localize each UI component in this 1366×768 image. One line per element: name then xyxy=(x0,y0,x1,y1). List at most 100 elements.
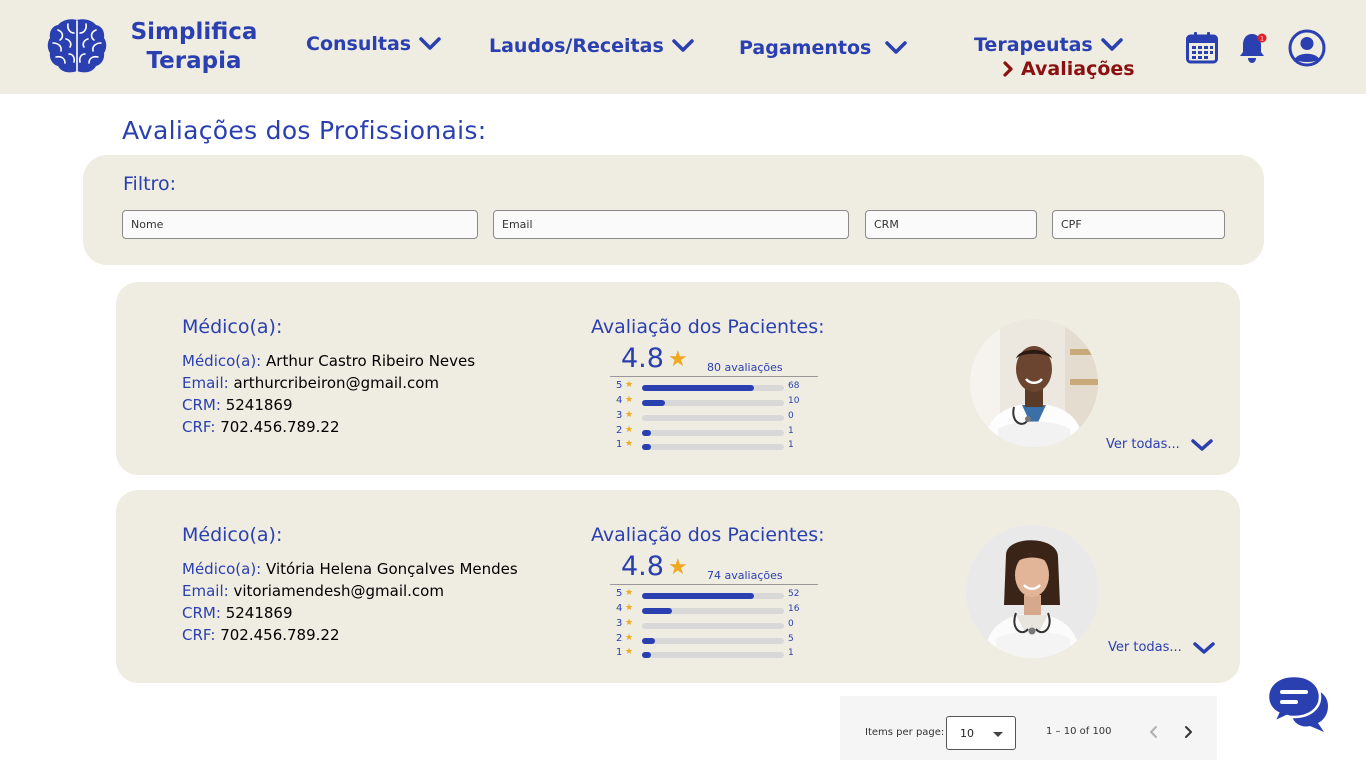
doctor-crf-label: CRF: xyxy=(182,418,216,436)
previous-page-button[interactable] xyxy=(1144,722,1164,742)
doctor-name-label: Médico(a): xyxy=(182,560,262,578)
calendar-icon[interactable] xyxy=(1186,31,1218,64)
chevron-down-icon xyxy=(1101,38,1123,51)
rating-bar-track xyxy=(642,652,784,658)
rating-divider xyxy=(610,584,818,585)
nav-pagamentos[interactable]: Pagamentos xyxy=(739,37,908,59)
doctor-crm-line: CRM: 5241869 xyxy=(182,604,293,622)
rating-bar-track xyxy=(642,400,784,406)
page-size-select[interactable]: 10 xyxy=(946,716,1016,750)
rating-divider xyxy=(610,376,818,377)
card-section-title: Médico(a): xyxy=(182,524,283,546)
rating-stars-value: 3 xyxy=(616,618,623,629)
rating-bar-row: 2 ★ 5 xyxy=(616,633,816,647)
rating-bar-count: 0 xyxy=(788,411,794,421)
nav-consultas-label: Consultas xyxy=(306,33,412,55)
rating-bar-track xyxy=(642,623,784,629)
rating-bar-fill xyxy=(642,638,655,644)
rating-count: 74 avaliações xyxy=(707,569,783,582)
chevron-down-icon xyxy=(885,41,908,54)
rating-bar-track xyxy=(642,385,784,391)
filter-crm-input[interactable] xyxy=(865,210,1037,239)
doctor-name: Vitória Helena Gonçalves Mendes xyxy=(266,560,518,578)
star-icon: ★ xyxy=(625,618,634,628)
rating-bar-count: 1 xyxy=(788,426,794,436)
nav-terapeutas[interactable]: Terapeutas xyxy=(974,34,1123,56)
page-size-value: 10 xyxy=(960,727,974,740)
brand-name[interactable]: Simplifica Terapia xyxy=(122,18,266,76)
doctor-email: arthurcribeiron@gmail.com xyxy=(233,374,440,392)
rating-bar-count: 1 xyxy=(788,648,794,658)
doctor-email-line: Email: vitoriamendesh@gmail.com xyxy=(182,582,444,600)
chevron-down-icon xyxy=(419,37,441,50)
nav-laudos-label: Laudos/Receitas xyxy=(489,35,664,57)
rating-bar-fill xyxy=(642,444,651,450)
page-range-label: 1 – 10 of 100 xyxy=(1046,726,1112,737)
doctor-name-label: Médico(a): xyxy=(182,352,262,370)
star-icon: ★ xyxy=(625,425,634,435)
doctor-email-line: Email: arthurcribeiron@gmail.com xyxy=(182,374,439,392)
see-all-reviews-link[interactable]: Ver todas... xyxy=(1108,640,1216,655)
doctor-crf-line: CRF: 702.456.789.22 xyxy=(182,418,340,436)
nav-sub-avaliacoes[interactable]: Avaliações xyxy=(1002,58,1135,80)
dropdown-caret-icon xyxy=(993,732,1003,737)
rating-bar-fill xyxy=(642,652,651,658)
filter-name-input[interactable] xyxy=(122,210,478,239)
doctor-email: vitoriamendesh@gmail.com xyxy=(233,582,444,600)
user-icon[interactable] xyxy=(1288,29,1326,67)
star-icon: ★ xyxy=(625,380,634,390)
brain-logo-icon[interactable] xyxy=(46,16,108,76)
chevron-right-icon xyxy=(1003,61,1013,77)
chat-support-icon[interactable] xyxy=(1266,676,1330,734)
nav-pagamentos-label: Pagamentos xyxy=(739,37,872,59)
nav-consultas[interactable]: Consultas xyxy=(306,33,441,55)
doctor-card: Médico(a): Médico(a): Arthur Castro Ribe… xyxy=(116,282,1240,475)
rating-bar-count: 10 xyxy=(788,396,800,406)
brand-line-1: Simplifica xyxy=(130,19,258,45)
brand-line-2: Terapia xyxy=(146,48,242,74)
filter-email-input[interactable] xyxy=(493,210,849,239)
rating-score: 4.8 xyxy=(621,551,664,582)
rating-stars-value: 2 xyxy=(616,633,623,644)
rating-bar-row: 4 ★ 10 xyxy=(616,395,816,409)
items-per-page-label: Items per page: xyxy=(865,727,945,738)
doctor-email-label: Email: xyxy=(182,582,229,600)
rating-title: Avaliação dos Pacientes: xyxy=(591,524,825,546)
doctor-crm-label: CRM: xyxy=(182,396,221,414)
see-all-reviews-link[interactable]: Ver todas... xyxy=(1106,437,1214,452)
doctor-name: Arthur Castro Ribeiro Neves xyxy=(266,352,476,370)
see-all-label: Ver todas... xyxy=(1106,437,1180,452)
page-title: Avaliações dos Profissionais: xyxy=(122,116,487,145)
doctor-crm-label: CRM: xyxy=(182,604,221,622)
notification-count: 1 xyxy=(1260,36,1264,43)
doctor-crm-line: CRM: 5241869 xyxy=(182,396,293,414)
star-icon: ★ xyxy=(668,555,688,580)
filter-cpf-input[interactable] xyxy=(1052,210,1225,239)
rating-bar-fill xyxy=(642,593,755,599)
rating-bar-row: 1 ★ 1 xyxy=(616,439,816,453)
top-header: Simplifica Terapia Consultas Laudos/Rece… xyxy=(0,0,1366,94)
next-page-button[interactable] xyxy=(1178,722,1198,742)
rating-bar-fill xyxy=(642,400,665,406)
star-icon: ★ xyxy=(625,603,634,613)
star-icon: ★ xyxy=(625,439,634,449)
filter-panel: Filtro: xyxy=(83,155,1264,265)
nav-laudos-receitas[interactable]: Laudos/Receitas xyxy=(489,35,694,57)
bell-icon[interactable]: 1 xyxy=(1238,31,1268,64)
rating-stars-value: 5 xyxy=(616,588,623,599)
rating-bar-track xyxy=(642,415,784,421)
rating-stars-value: 1 xyxy=(616,439,623,450)
chevron-down-icon xyxy=(1191,438,1213,451)
doctor-avatar xyxy=(970,319,1098,447)
rating-bar-track xyxy=(642,593,784,599)
see-all-label: Ver todas... xyxy=(1108,640,1182,655)
doctor-card: Médico(a): Médico(a): Vitória Helena Gon… xyxy=(116,490,1240,683)
doctor-crf-line: CRF: 702.456.789.22 xyxy=(182,626,340,644)
rating-bar-track xyxy=(642,444,784,450)
rating-bar-count: 5 xyxy=(788,634,794,644)
rating-bar-row: 3 ★ 0 xyxy=(616,410,816,424)
rating-bar-track xyxy=(642,430,784,436)
rating-stars-value: 4 xyxy=(616,603,623,614)
star-icon: ★ xyxy=(625,647,634,657)
chevron-down-icon xyxy=(672,39,694,52)
